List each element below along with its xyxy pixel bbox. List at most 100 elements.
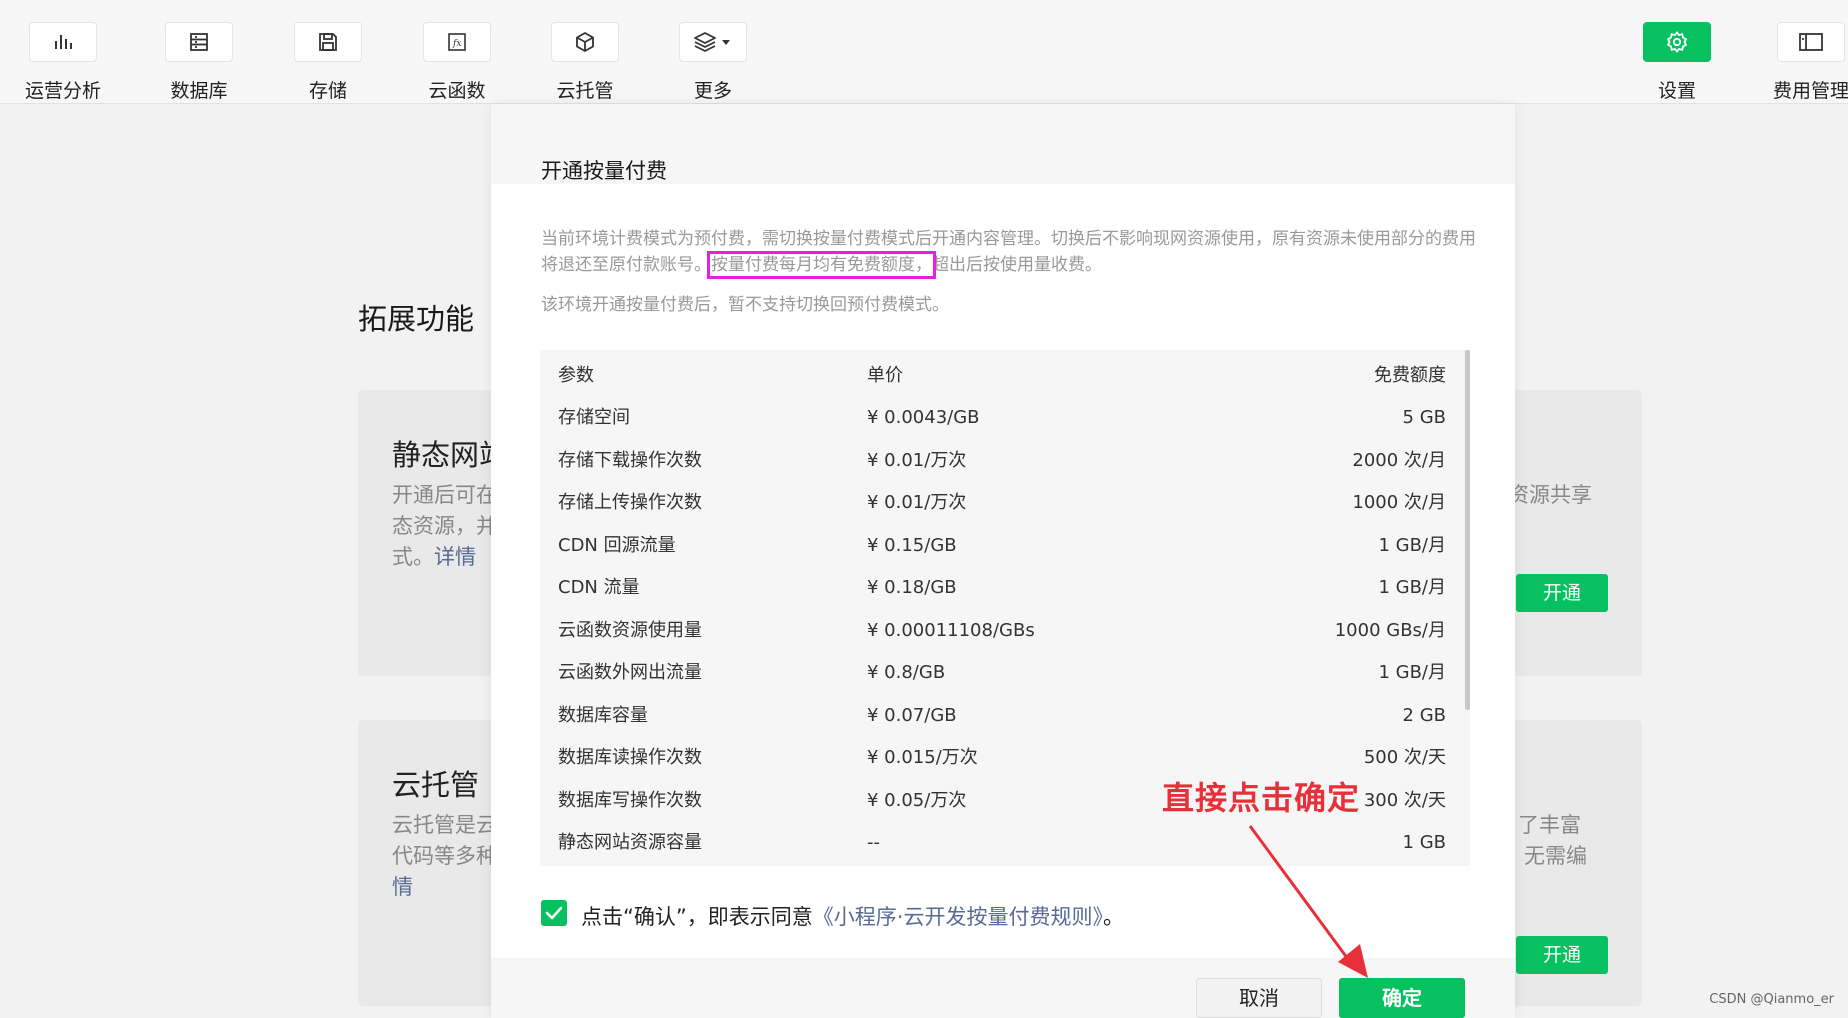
details-link[interactable]: 情 — [392, 872, 413, 903]
param-cell: CDN 回源流量 — [558, 534, 676, 556]
price-cell: ¥ 0.0043/GB — [867, 407, 980, 428]
quota-cell: 2000 次/月 — [1352, 449, 1446, 471]
param-cell: 云函数外网出流量 — [558, 662, 702, 683]
table-row: 存储空间 ¥ 0.0043/GB 5 GB — [540, 397, 1460, 439]
dialog-title: 开通按量付费 — [541, 159, 667, 183]
price-cell: ¥ 0.07/GB — [867, 704, 957, 726]
price-cell: ¥ 0.00011108/GBs — [867, 619, 1035, 641]
quota-cell: 300 次/天 — [1363, 789, 1446, 811]
card-text: 式。详情 — [392, 545, 476, 569]
card-text: 开通后可在 — [392, 483, 497, 507]
section-title: 拓展功能 — [358, 302, 475, 336]
card-text: 态资源，并 — [392, 514, 497, 538]
quota-cell: 1000 GBs/月 — [1334, 619, 1446, 641]
price-cell: ¥ 0.18/GB — [867, 577, 957, 598]
table-row: 云函数资源使用量 ¥ 0.00011108/GBs 1000 GBs/月 — [540, 610, 1460, 652]
price-cell: ¥ 0.01/万次 — [867, 492, 967, 513]
toolbar-label: 存储 — [308, 80, 347, 102]
settings-button[interactable] — [1643, 22, 1711, 62]
table-row: CDN 回源流量 ¥ 0.15/GB 1 GB/月 — [540, 525, 1460, 567]
quota-cell: 1 GB — [1402, 832, 1446, 853]
cube-icon — [576, 32, 594, 52]
card-text: 了丰富 — [1518, 813, 1581, 837]
toolbar-item-cloud-hosting[interactable]: 云托管 — [530, 22, 640, 103]
agree-label: 点击“确认”，即表示同意《小程序·云开发按量付费规则》。 — [581, 905, 1124, 929]
param-cell: 存储空间 — [558, 407, 630, 428]
quota-cell: 500 次/天 — [1363, 747, 1446, 768]
price-cell: ¥ 0.01/万次 — [867, 449, 967, 471]
card-text: 云托管是云 — [392, 813, 497, 837]
quota-cell: 1000 次/月 — [1352, 492, 1446, 513]
toolbar-item-billing[interactable]: 费用管理 — [1756, 22, 1848, 103]
price-cell: -- — [867, 832, 880, 853]
agree-checkbox[interactable] — [541, 900, 567, 926]
toolbar-label: 云托管 — [556, 80, 614, 102]
toolbar-item-cloud-function[interactable]: fx 云函数 — [402, 22, 512, 103]
card-text: 资源共享 — [1508, 483, 1592, 507]
toolbar-item-analytics[interactable]: 运营分析 — [8, 22, 118, 103]
toolbar-label: 设置 — [1657, 80, 1696, 102]
annotation-text: 直接点击确定 — [1162, 779, 1361, 817]
param-cell: 云函数资源使用量 — [558, 619, 702, 641]
price-cell: ¥ 0.05/万次 — [867, 789, 967, 811]
toolbar-button[interactable] — [165, 22, 233, 62]
price-cell: ¥ 0.8/GB — [867, 662, 946, 683]
open-button[interactable]: 开通 — [1516, 936, 1608, 974]
toolbar-button[interactable] — [1777, 22, 1845, 62]
card-text: 无需编 — [1524, 844, 1587, 868]
details-link[interactable]: 详情 — [434, 545, 476, 569]
dialog-description: 当前环境计费模式为预付费，需切换按量付费模式后开通内容管理。切换后不影响现网资源… — [541, 229, 1476, 279]
toolbar-button[interactable]: fx — [423, 22, 491, 62]
toolbar-button[interactable] — [679, 22, 747, 62]
table-scrollbar[interactable] — [1465, 350, 1470, 710]
price-cell: ¥ 0.15/GB — [867, 534, 957, 556]
confirm-button[interactable]: 确定 — [1339, 978, 1465, 1018]
toolbar-item-settings[interactable]: 设置 — [1622, 22, 1732, 103]
toolbar-label: 更多 — [693, 80, 732, 102]
quota-cell: 1 GB/月 — [1378, 662, 1446, 683]
toolbar-button[interactable] — [551, 22, 619, 62]
card-text: 代码等多种 — [392, 844, 497, 868]
param-cell: 存储上传操作次数 — [558, 492, 702, 513]
toolbar-label: 数据库 — [170, 80, 228, 102]
toolbar-button[interactable] — [29, 22, 97, 62]
layers-icon — [694, 32, 730, 52]
param-cell: 数据库容量 — [558, 704, 648, 726]
toolbar-button[interactable] — [294, 22, 362, 62]
param-cell: 数据库写操作次数 — [558, 789, 702, 811]
table-row: 存储上传操作次数 ¥ 0.01/万次 1000 次/月 — [540, 482, 1460, 524]
table-row: 数据库容量 ¥ 0.07/GB 2 GB — [540, 695, 1460, 737]
quota-cell: 2 GB — [1402, 704, 1446, 726]
function-icon: fx — [448, 33, 466, 51]
caret-down-icon — [722, 40, 730, 45]
quota-cell: 1 GB/月 — [1378, 534, 1446, 556]
quota-cell: 5 GB — [1402, 407, 1446, 428]
table-row: CDN 流量 ¥ 0.18/GB 1 GB/月 — [540, 567, 1460, 609]
watermark: CSDN @Qianmo_er — [1709, 992, 1834, 1007]
database-icon — [190, 33, 208, 51]
table-row: 云函数外网出流量 ¥ 0.8/GB 1 GB/月 — [540, 652, 1460, 694]
gear-icon — [1666, 31, 1688, 53]
price-cell: ¥ 0.015/万次 — [867, 747, 978, 768]
param-cell: 存储下载操作次数 — [558, 449, 702, 471]
free-quota-highlight: 按量付费每月均有免费额度， — [707, 251, 936, 279]
quota-cell: 1 GB/月 — [1378, 577, 1446, 598]
toolbar-label: 运营分析 — [24, 80, 101, 102]
top-toolbar: 运营分析 数据库 存储 fx 云函数 云托管 更多 设置 费用管理 — [0, 0, 1848, 104]
cancel-button[interactable]: 取消 — [1196, 978, 1322, 1018]
billing-rules-link[interactable]: 《小程序·云开发按量付费规则》 — [813, 905, 1103, 929]
toolbar-item-database[interactable]: 数据库 — [144, 22, 254, 103]
param-cell: 静态网站资源容量 — [558, 832, 702, 853]
toolbar-label: 云函数 — [428, 80, 486, 102]
table-header: 参数 单价 免费额度 — [558, 365, 1446, 386]
toolbar-item-storage[interactable]: 存储 — [273, 22, 383, 103]
floppy-icon — [319, 33, 337, 51]
bar-chart-icon — [55, 35, 72, 49]
toolbar-item-more[interactable]: 更多 — [658, 22, 768, 103]
annotation-arrow-icon — [1248, 825, 1368, 978]
dialog-note: 该环境开通按量付费后，暂不支持切换回预付费模式。 — [541, 295, 949, 315]
param-cell: CDN 流量 — [558, 577, 640, 598]
param-cell: 数据库读操作次数 — [558, 747, 702, 768]
open-button[interactable]: 开通 — [1516, 574, 1608, 612]
card-title: 云托管 — [392, 768, 480, 802]
